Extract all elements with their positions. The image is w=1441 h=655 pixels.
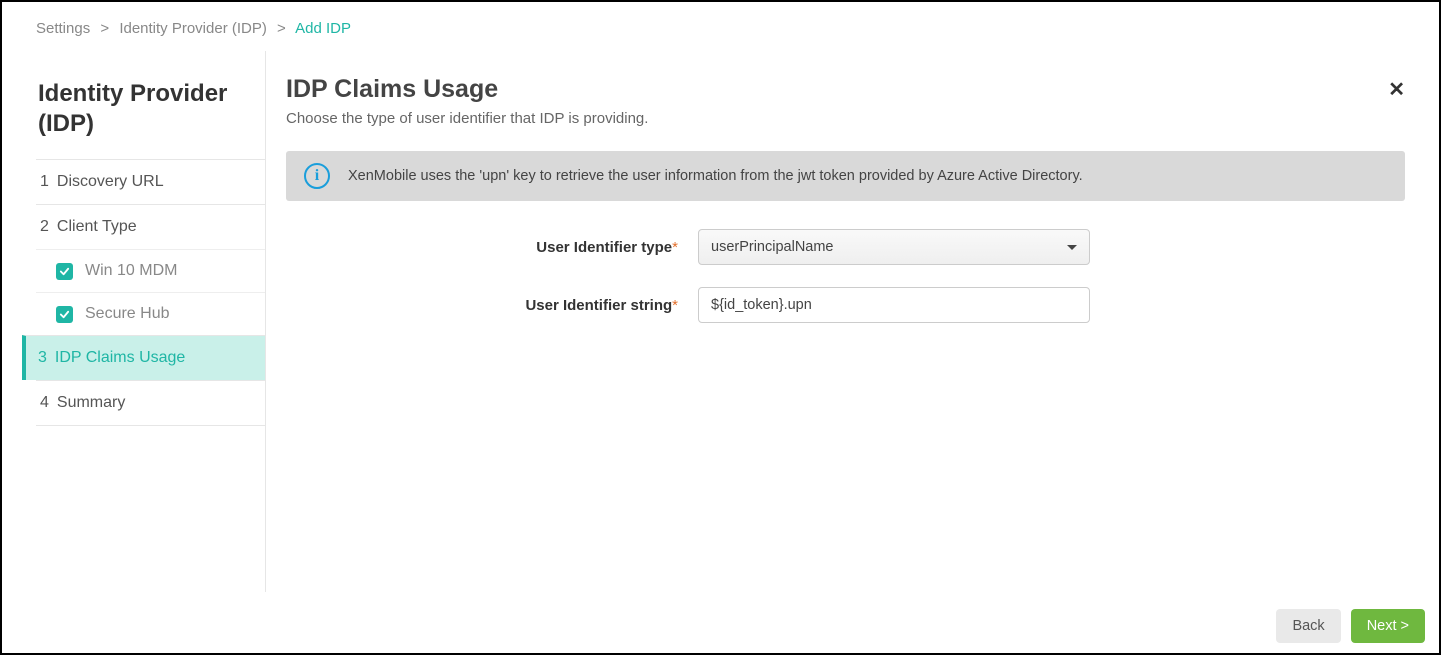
step-label: Discovery URL	[57, 173, 164, 190]
step-label: IDP Claims Usage	[55, 349, 185, 366]
info-banner: i XenMobile uses the 'upn' key to retrie…	[286, 151, 1405, 201]
input-user-identifier-string[interactable]	[698, 287, 1090, 323]
breadcrumb-item-current: Add IDP	[295, 20, 351, 37]
row-user-identifier-string: User Identifier string*	[286, 287, 1405, 323]
page-title: IDP Claims Usage	[286, 75, 1405, 104]
subitem-win10-mdm[interactable]: Win 10 MDM	[36, 249, 265, 292]
back-button[interactable]: Back	[1276, 609, 1340, 643]
step-summary[interactable]: 4 Summary	[36, 380, 265, 426]
step-label: Client Type	[57, 218, 137, 235]
checkbox-checked-icon	[56, 306, 73, 323]
label-user-identifier-string: User Identifier string*	[286, 297, 682, 314]
breadcrumb: Settings > Identity Provider (IDP) > Add…	[2, 2, 1439, 51]
step-idp-claims-usage[interactable]: 3 IDP Claims Usage	[22, 335, 265, 380]
select-user-identifier-type[interactable]: userPrincipalName	[698, 229, 1090, 265]
step-client-type[interactable]: 2 Client Type	[36, 204, 265, 249]
row-user-identifier-type: User Identifier type* userPrincipalName	[286, 229, 1405, 265]
label-user-identifier-type: User Identifier type*	[286, 239, 682, 256]
select-value: userPrincipalName	[711, 239, 834, 255]
subitem-label: Secure Hub	[85, 305, 170, 323]
sidebar-title: Identity Provider (IDP)	[36, 79, 265, 159]
main-panel: ✕ IDP Claims Usage Choose the type of us…	[266, 51, 1419, 592]
step-num: 2	[40, 218, 49, 235]
chevron-down-icon	[1067, 245, 1077, 250]
subitem-label: Win 10 MDM	[85, 262, 177, 280]
step-num: 1	[40, 173, 49, 190]
page-subtitle: Choose the type of user identifier that …	[286, 110, 1405, 127]
step-num: 3	[38, 349, 47, 366]
breadcrumb-sep: >	[277, 20, 286, 37]
step-label: Summary	[57, 394, 125, 411]
info-icon: i	[304, 163, 330, 189]
subitem-secure-hub[interactable]: Secure Hub	[36, 292, 265, 335]
breadcrumb-item-idp[interactable]: Identity Provider (IDP)	[119, 20, 267, 37]
breadcrumb-item-settings[interactable]: Settings	[36, 20, 90, 37]
step-discovery-url[interactable]: 1 Discovery URL	[36, 159, 265, 204]
breadcrumb-sep: >	[100, 20, 109, 37]
close-icon[interactable]: ✕	[1388, 77, 1405, 102]
step-num: 4	[40, 394, 49, 411]
footer-actions: Back Next >	[1276, 609, 1425, 643]
checkbox-checked-icon	[56, 263, 73, 280]
next-button[interactable]: Next >	[1351, 609, 1425, 643]
info-text: XenMobile uses the 'upn' key to retrieve…	[348, 168, 1083, 184]
wizard-sidebar: Identity Provider (IDP) 1 Discovery URL 2…	[22, 51, 266, 592]
